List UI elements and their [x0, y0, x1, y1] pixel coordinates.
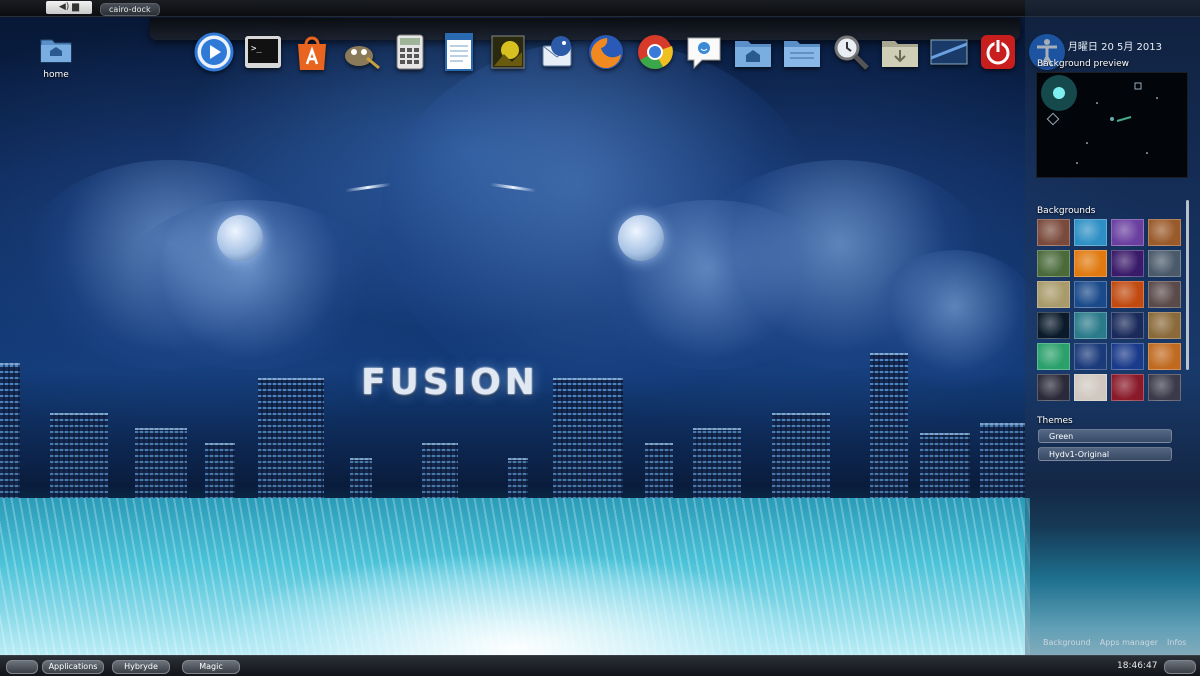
power-icon[interactable] — [978, 32, 1018, 72]
background-thumbnail[interactable] — [1074, 219, 1107, 246]
background-preview-title: Background preview — [1037, 59, 1130, 69]
background-thumbnail[interactable] — [1037, 250, 1070, 277]
link-apps-manager[interactable]: Apps manager — [1100, 638, 1158, 647]
magic-button[interactable]: Magic — [182, 660, 240, 674]
media-player-icon[interactable] — [194, 32, 234, 72]
wallpaper-moon-left — [217, 215, 263, 261]
background-thumbnail[interactable] — [1037, 219, 1070, 246]
background-thumbnail[interactable] — [1074, 281, 1107, 308]
applications-button[interactable]: Applications — [42, 660, 104, 674]
show-desktop-button[interactable] — [6, 660, 38, 674]
calculator-icon[interactable] — [390, 32, 430, 72]
folder-home-icon — [40, 39, 72, 63]
home-folder-icon[interactable] — [733, 32, 773, 72]
building — [553, 378, 623, 505]
building — [135, 428, 187, 505]
desktop-home-label: home — [43, 70, 69, 80]
chrome-icon[interactable] — [635, 32, 675, 72]
background-thumbnail[interactable] — [1148, 250, 1181, 277]
panel-toggle-button[interactable] — [1164, 660, 1196, 674]
wallpaper-moon-right — [618, 215, 664, 261]
backgrounds-title: Backgrounds — [1037, 206, 1096, 216]
background-thumbnail[interactable] — [1148, 374, 1181, 401]
background-thumbnail[interactable] — [1074, 374, 1107, 401]
terminal-icon[interactable]: >_ — [243, 32, 283, 72]
clock-time: 18:46:47 — [1117, 661, 1158, 671]
settings-panel-links: Background Apps manager Infos — [1043, 638, 1186, 647]
gimp-icon[interactable] — [341, 32, 381, 72]
svg-text:>_: >_ — [251, 44, 262, 54]
building — [772, 413, 830, 505]
themes-title: Themes — [1037, 416, 1073, 426]
background-thumbnail[interactable] — [1037, 374, 1070, 401]
top-panel: ◀) ▆ cairo-dock — [0, 0, 1200, 17]
background-thumbnail[interactable] — [1111, 281, 1144, 308]
bottom-panel: Applications Hybryde Magic 18:46:47 — [0, 655, 1200, 676]
building — [205, 443, 235, 505]
background-thumbnail[interactable] — [1074, 343, 1107, 370]
background-thumbnail[interactable] — [1111, 343, 1144, 370]
image-viewer-icon[interactable] — [488, 32, 528, 72]
background-thumbnail[interactable] — [1074, 250, 1107, 277]
volume-icon[interactable]: ◀) ▆ — [59, 2, 79, 12]
building — [693, 428, 741, 505]
date-label: 月曜日 20 5月 2013 — [1067, 42, 1162, 53]
building — [645, 443, 673, 505]
desktop-wallpaper: FUSION — [0, 0, 1200, 675]
building — [50, 413, 108, 505]
link-infos[interactable]: Infos — [1167, 638, 1186, 647]
downloads-folder-icon[interactable] — [880, 32, 920, 72]
files-icon[interactable] — [782, 32, 822, 72]
link-background[interactable]: Background — [1043, 638, 1091, 647]
thunderbird-icon[interactable] — [537, 32, 577, 72]
wallpaper-waterfall — [0, 498, 1030, 658]
background-thumbnail[interactable] — [1111, 374, 1144, 401]
building — [920, 433, 970, 505]
cairo-dock: >_ — [194, 32, 1067, 74]
taskbar-button-cairo-dock[interactable]: cairo-dock — [100, 3, 160, 16]
system-tray[interactable]: ◀) ▆ — [46, 1, 92, 14]
wallpaper-skyline — [0, 340, 1030, 505]
building — [0, 363, 20, 505]
desktop-home-icon[interactable]: home — [36, 34, 76, 80]
background-thumbnail[interactable] — [1148, 343, 1181, 370]
background-thumbnail[interactable] — [1037, 343, 1070, 370]
theme-item-green[interactable]: Green — [1038, 429, 1172, 443]
background-thumbnail[interactable] — [1111, 219, 1144, 246]
background-preview — [1036, 72, 1188, 178]
chat-icon[interactable] — [684, 32, 724, 72]
building — [870, 353, 908, 505]
background-thumbnail[interactable] — [1111, 250, 1144, 277]
screenshot-icon[interactable] — [929, 32, 969, 72]
theme-item-hydv1-original[interactable]: Hydv1-Original — [1038, 447, 1172, 461]
background-thumbnail[interactable] — [1074, 312, 1107, 339]
software-center-icon[interactable] — [292, 32, 332, 72]
hybryde-button[interactable]: Hybryde — [112, 660, 170, 674]
backgrounds-scrollbar[interactable] — [1186, 200, 1189, 370]
background-thumbnail[interactable] — [1148, 219, 1181, 246]
building — [422, 443, 458, 505]
building — [980, 423, 1025, 505]
background-thumbnail[interactable] — [1037, 281, 1070, 308]
background-thumbnail[interactable] — [1111, 312, 1144, 339]
background-thumbnail[interactable] — [1148, 281, 1181, 308]
background-thumbnail[interactable] — [1037, 312, 1070, 339]
text-editor-icon[interactable] — [439, 32, 479, 72]
background-thumbnail[interactable] — [1148, 312, 1181, 339]
backgrounds-grid — [1037, 219, 1185, 401]
search-icon[interactable] — [831, 32, 871, 72]
building — [258, 378, 324, 505]
firefox-icon[interactable] — [586, 32, 626, 72]
